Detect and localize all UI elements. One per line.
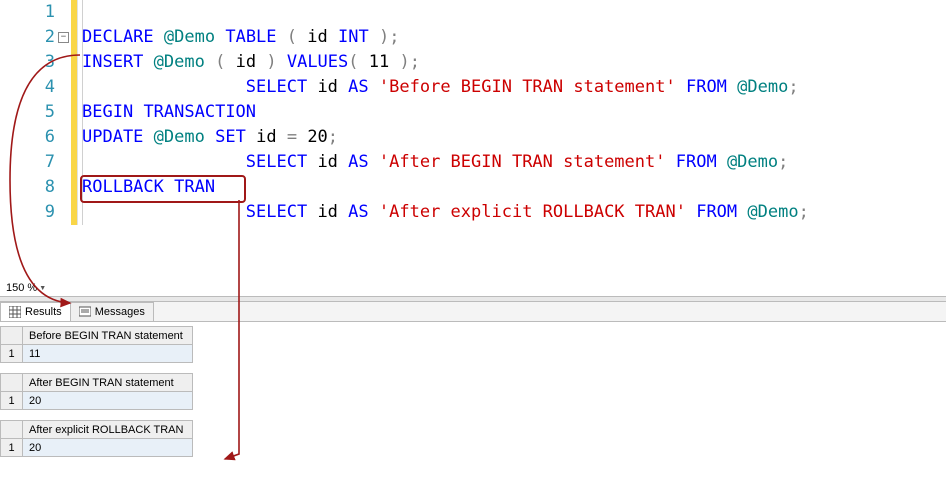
line-number: 9 [0,200,77,225]
line-number: 5 [0,100,77,125]
column-header[interactable]: Before BEGIN TRAN statement [23,327,193,345]
line-number: 6 [0,125,77,150]
result-set: After BEGIN TRAN statement 120 [0,373,946,410]
line-number: 2− [0,25,77,50]
tab-label: Messages [95,306,145,318]
tab-results[interactable]: Results [0,302,71,321]
line-number: 1 [0,0,77,25]
cell-value[interactable]: 20 [23,392,193,410]
results-tab-bar: Results Messages [0,302,946,322]
row-number[interactable]: 1 [1,392,23,410]
fold-toggle-icon[interactable]: − [58,32,69,43]
result-grid[interactable]: After explicit ROLLBACK TRAN 120 [0,420,193,457]
tab-label: Results [25,306,62,318]
chevron-down-icon[interactable]: ▼ [39,285,46,292]
result-set: Before BEGIN TRAN statement 111 [0,326,946,363]
column-header[interactable]: After BEGIN TRAN statement [23,374,193,392]
cell-value[interactable]: 20 [23,439,193,457]
code-text-area[interactable]: DECLARE @Demo TABLE ( id INT ); INSERT @… [78,0,946,225]
result-grid[interactable]: Before BEGIN TRAN statement 111 [0,326,193,363]
result-grid[interactable]: After BEGIN TRAN statement 120 [0,373,193,410]
messages-icon [79,306,91,318]
result-set: After explicit ROLLBACK TRAN 120 [0,420,946,457]
row-number[interactable]: 1 [1,439,23,457]
tab-messages[interactable]: Messages [70,302,154,321]
cell-value[interactable]: 11 [23,345,193,363]
line-number: 8 [0,175,77,200]
sql-editor-pane[interactable]: 1 2− 3 4 5 6 7 8 9 DECLARE @Demo TABLE (… [0,0,946,280]
row-number[interactable]: 1 [1,345,23,363]
line-number: 4 [0,75,77,100]
line-number-gutter: 1 2− 3 4 5 6 7 8 9 [0,0,78,225]
zoom-control[interactable]: 150 % ▼ [0,280,946,296]
column-header[interactable]: After explicit ROLLBACK TRAN [23,421,193,439]
grid-icon [9,306,21,318]
results-pane[interactable]: Before BEGIN TRAN statement 111 After BE… [0,322,946,502]
line-number: 3 [0,50,77,75]
zoom-value: 150 % [6,282,37,294]
line-number: 7 [0,150,77,175]
